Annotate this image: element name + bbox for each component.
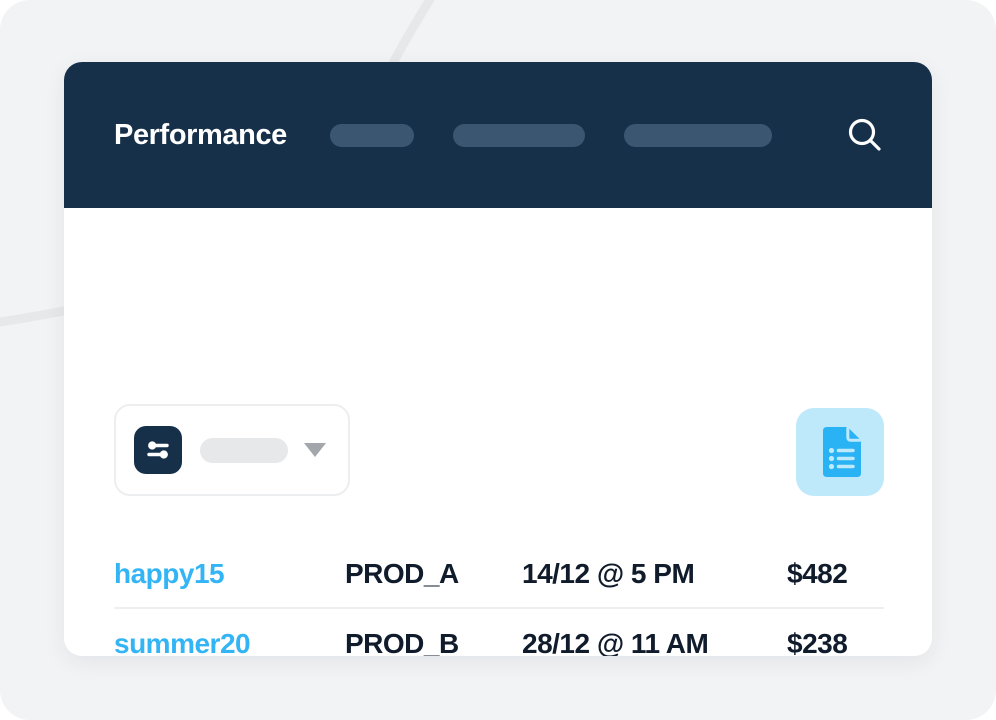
row-divider xyxy=(114,607,884,609)
cell-promo-code[interactable]: summer20 xyxy=(114,628,345,656)
cell-product: PROD_B xyxy=(345,628,459,656)
filter-dropdown[interactable] xyxy=(114,404,350,496)
cell-datetime: 28/12 @ 11 AM xyxy=(522,628,709,656)
sliders-filter-icon xyxy=(147,441,169,459)
performance-card: Performance happy15 PROD_A 14/12 @ 5 PM … xyxy=(64,62,932,656)
cell-datetime: 14/12 @ 5 PM xyxy=(522,558,695,589)
document-list-icon xyxy=(823,426,862,477)
cell-promo-code[interactable]: happy15 xyxy=(114,558,345,590)
nav-item-placeholder-2[interactable] xyxy=(452,123,585,147)
nav-placeholder-group xyxy=(329,123,772,147)
filter-icon-tile xyxy=(134,426,182,474)
table-row[interactable]: summer20 PROD_B 28/12 @ 11 AM $238 xyxy=(114,611,884,656)
page-canvas: Performance happy15 PROD_A 14/12 @ 5 PM … xyxy=(0,0,996,720)
nav-item-placeholder-1[interactable] xyxy=(329,123,414,147)
chevron-down-icon xyxy=(304,443,326,457)
report-button[interactable] xyxy=(796,408,884,496)
toolbar xyxy=(114,404,884,496)
cell-amount: $482 xyxy=(787,558,848,589)
card-header: Performance xyxy=(64,62,932,208)
card-body: happy15 PROD_A 14/12 @ 5 PM $482 summer2… xyxy=(64,208,932,656)
cell-amount: $238 xyxy=(787,628,848,656)
nav-item-placeholder-3[interactable] xyxy=(623,123,772,147)
table-row[interactable]: happy15 PROD_A 14/12 @ 5 PM $482 xyxy=(114,541,884,607)
search-button[interactable] xyxy=(842,112,888,158)
search-icon xyxy=(848,118,881,151)
cell-product: PROD_A xyxy=(345,558,459,589)
filter-selected-value-placeholder xyxy=(200,437,288,463)
page-title: Performance xyxy=(114,118,287,151)
performance-table: happy15 PROD_A 14/12 @ 5 PM $482 summer2… xyxy=(114,541,884,656)
